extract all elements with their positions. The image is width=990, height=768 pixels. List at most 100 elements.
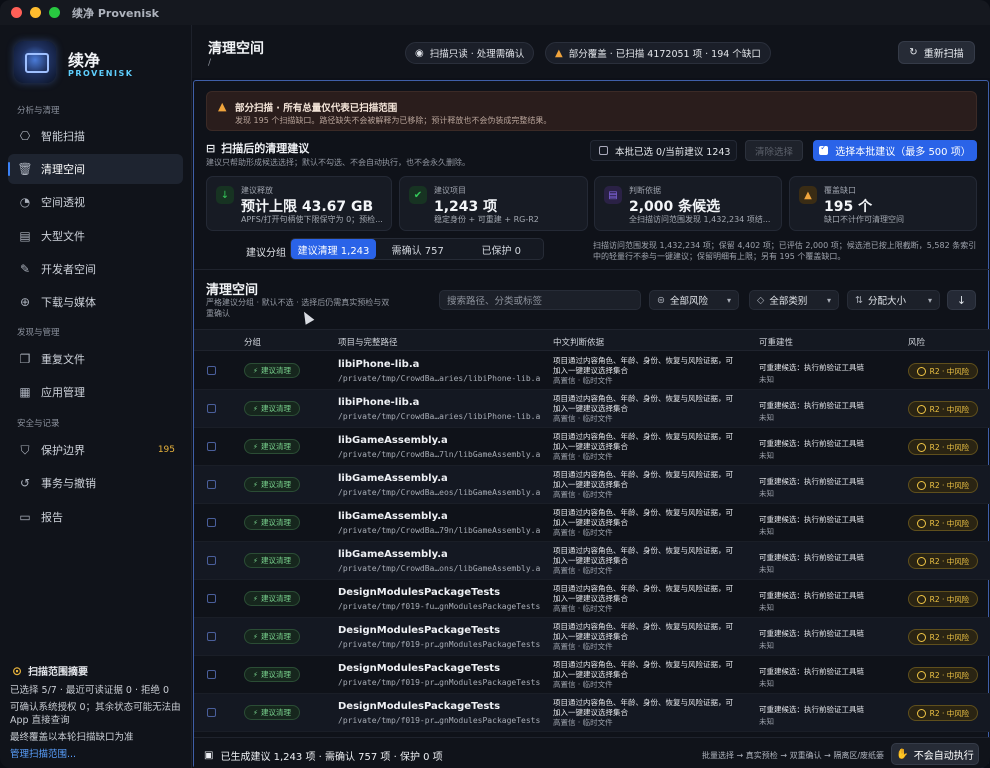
sidebar-item-downloads[interactable]: ⊕ 下载与媒体 bbox=[8, 287, 183, 317]
batch-select-checkbox[interactable]: 本批已选 0/当前建议 1243 bbox=[590, 140, 737, 161]
item-name: DesignModulesPackageTests bbox=[338, 663, 501, 674]
card-estimated-release: ↓ 建议释放 预计上限 43.67 GB APFS/打开句柄使下限保守为 0；预… bbox=[206, 176, 392, 231]
footer-bar: ▣ 已生成建议 1,243 项 · 需确认 757 项 · 保护 0 项 批量选择… bbox=[194, 737, 990, 768]
table-row[interactable]: 建议清理 libGameAssembly.a/private/tmp/CrowdB… bbox=[194, 466, 990, 504]
row-checkbox[interactable] bbox=[207, 366, 216, 375]
rebuild-sub: 未知 bbox=[759, 451, 774, 460]
sidebar-item-reports[interactable]: ▭ 报告 bbox=[8, 502, 183, 532]
row-checkbox[interactable] bbox=[207, 404, 216, 413]
sidebar-item-label: 重复文件 bbox=[41, 353, 85, 366]
row-checkbox[interactable] bbox=[207, 442, 216, 451]
segment-needs-confirm[interactable]: 需确认 757 bbox=[376, 239, 460, 259]
basis-text: 项目通过内容角色、年龄、身份、恢复与风险证据，可 加入一键建议选择集合 高置信 · … bbox=[553, 470, 733, 499]
table-row[interactable]: 建议清理 libGameAssembly.a/private/tmp/CrowdB… bbox=[194, 428, 990, 466]
segment-suggested[interactable]: 建议清理 1,243 bbox=[291, 239, 376, 259]
search-input[interactable]: 搜索路径、分类或标签 bbox=[439, 290, 641, 310]
risk-badge: R2 · 中风险 bbox=[908, 553, 978, 569]
manage-scan-scope-link[interactable]: 管理扫描范围... bbox=[10, 746, 76, 760]
coverage-pill: ▲ 部分覆盖 · 已扫描 4172051 项 · 194 个缺口 bbox=[545, 42, 771, 64]
footer-summary: ▣ 已生成建议 1,243 项 · 需确认 757 项 · 保护 0 项 bbox=[204, 750, 443, 763]
table-row[interactable]: 建议清理 libiPhone-lib.a/private/tmp/CrowdBa…… bbox=[194, 352, 990, 390]
window-title: 续净 Provenisk bbox=[72, 6, 159, 20]
column-header-item[interactable]: 项目与完整路径 bbox=[338, 336, 398, 348]
rescan-button[interactable]: ↻ 重新扫描 bbox=[898, 41, 975, 64]
select-batch-button[interactable]: 选择本批建议（最多 500 项） bbox=[813, 140, 977, 161]
item-name: libiPhone-lib.a bbox=[338, 397, 420, 408]
column-header-basis[interactable]: 中文判断依据 bbox=[553, 336, 604, 348]
item-path: /private/tmp/f019-pr…gnModulesPackageTes… bbox=[338, 640, 541, 649]
scan-summary-line: 可确认系统授权 0；其余状态可能无法由 bbox=[10, 702, 181, 713]
rebuild-text: 可重建候选：执行前验证工具链 bbox=[759, 363, 864, 372]
risk-badge: R2 · 中风险 bbox=[908, 439, 978, 455]
shield-icon: ⛉ bbox=[20, 442, 30, 457]
sidebar-item-duplicates[interactable]: ❐ 重复文件 bbox=[8, 344, 183, 374]
row-checkbox[interactable] bbox=[207, 632, 216, 641]
row-checkbox[interactable] bbox=[207, 518, 216, 527]
table-row[interactable]: 建议清理 DesignModulesPackageTests/private/tm… bbox=[194, 580, 990, 618]
sidebar-item-protection[interactable]: ⛉ 保护边界 195 bbox=[8, 435, 183, 465]
table-row[interactable]: 建议清理 DesignModulesPackageTests/private/tm… bbox=[194, 656, 990, 694]
row-checkbox[interactable] bbox=[207, 708, 216, 717]
table-row[interactable]: 建议清理 DesignModulesPackageTests/private/tm… bbox=[194, 694, 990, 732]
rebuild-text: 可重建候选：执行前验证工具链 bbox=[759, 705, 864, 714]
item-path: /private/tmp/CrowdBa…eos/libGameAssembly… bbox=[338, 488, 541, 497]
category-filter-dropdown[interactable]: ◇ 全部类别 ▾ bbox=[749, 290, 839, 310]
no-auto-execute-button[interactable]: ✋ 不会自动执行 bbox=[891, 743, 979, 765]
sidebar-item-clean-space[interactable]: 🗑 清理空间 bbox=[8, 154, 183, 184]
item-path: /private/tmp/CrowdBa…aries/libiPhone-lib… bbox=[338, 374, 541, 383]
table-row[interactable]: 建议清理 libGameAssembly.a/private/tmp/CrowdB… bbox=[194, 542, 990, 580]
risk-filter-dropdown[interactable]: ⊜ 全部风险 ▾ bbox=[649, 290, 739, 310]
rebuild-sub: 未知 bbox=[759, 717, 774, 726]
table-row[interactable]: 建议清理 DesignModulesPackageTests/private/tm… bbox=[194, 618, 990, 656]
item-path: /private/tmp/CrowdBa…7ln/libGameAssembly… bbox=[338, 450, 541, 459]
group-tag: 建议清理 bbox=[244, 553, 300, 568]
rebuild-sub: 未知 bbox=[759, 489, 774, 498]
column-header-group[interactable]: 分组 bbox=[244, 336, 261, 348]
item-name: libGameAssembly.a bbox=[338, 473, 448, 484]
risk-badge: R2 · 中风险 bbox=[908, 705, 978, 721]
warning-icon: ▲ bbox=[555, 47, 563, 59]
download-icon: ↓ bbox=[216, 186, 234, 204]
close-window-button[interactable] bbox=[11, 7, 22, 18]
row-checkbox[interactable] bbox=[207, 556, 216, 565]
divider bbox=[194, 269, 990, 270]
file-icon: ▤ bbox=[19, 229, 31, 243]
sidebar-item-label: 报告 bbox=[41, 511, 63, 524]
group-label: 建议分组 bbox=[246, 248, 286, 259]
trash-icon: 🗑 bbox=[17, 162, 33, 176]
sidebar-item-smart-scan[interactable]: ⎔ 智能扫描 bbox=[8, 121, 183, 151]
sort-direction-button[interactable]: ↓ bbox=[947, 290, 976, 310]
grid-icon: ▦ bbox=[19, 385, 31, 399]
sidebar-item-large-files[interactable]: ▤ 大型文件 bbox=[8, 221, 183, 251]
sidebar-item-apps[interactable]: ▦ 应用管理 bbox=[8, 377, 183, 407]
basis-text: 项目通过内容角色、年龄、身份、恢复与风险证据，可 加入一键建议选择集合 高置信 · … bbox=[553, 622, 733, 651]
sort-dropdown[interactable]: ⇅ 分配大小 ▾ bbox=[847, 290, 940, 310]
row-checkbox[interactable] bbox=[207, 670, 216, 679]
inbox-icon: ⊟ bbox=[206, 141, 216, 155]
item-name: DesignModulesPackageTests bbox=[338, 625, 501, 636]
table-section-title: 清理空间 bbox=[206, 283, 259, 298]
sidebar-item-history[interactable]: ↺ 事务与撤销 bbox=[8, 468, 183, 498]
app-name: 续净 bbox=[68, 51, 101, 70]
item-name: libGameAssembly.a bbox=[338, 435, 448, 446]
clear-selection-button[interactable]: 清除选择 bbox=[745, 140, 803, 161]
chevron-down-icon: ▾ bbox=[826, 295, 831, 305]
history-icon: ↺ bbox=[19, 476, 31, 490]
table-row[interactable]: 建议清理 libiPhone-lib.a/private/tmp/CrowdBa…… bbox=[194, 390, 990, 428]
risk-badge: R2 · 中风险 bbox=[908, 477, 978, 493]
sidebar-item-developer[interactable]: ✎ 开发者空间 bbox=[8, 254, 183, 284]
row-checkbox[interactable] bbox=[207, 594, 216, 603]
table-row[interactable]: 建议清理 libGameAssembly.a/private/tmp/CrowdB… bbox=[194, 504, 990, 542]
group-tag: 建议清理 bbox=[244, 591, 300, 606]
partial-scan-warning: ▲ 部分扫描 · 所有总量仅代表已扫描范围 发现 195 个扫描缺口。路径缺失不… bbox=[206, 91, 977, 131]
row-checkbox[interactable] bbox=[207, 480, 216, 489]
column-header-rebuild[interactable]: 可重建性 bbox=[759, 336, 793, 348]
rebuild-text: 可重建候选：执行前验证工具链 bbox=[759, 401, 864, 410]
zoom-window-button[interactable] bbox=[49, 7, 60, 18]
rebuild-sub: 未知 bbox=[759, 603, 774, 612]
segment-protected[interactable]: 已保护 0 bbox=[460, 239, 544, 259]
scan-summary-title: ⊙ 扫描范围摘要 bbox=[12, 663, 89, 679]
minimize-window-button[interactable] bbox=[30, 7, 41, 18]
column-header-risk[interactable]: 风险 bbox=[908, 336, 925, 348]
sidebar-item-space-lens[interactable]: ◔ 空间透视 bbox=[8, 187, 183, 217]
